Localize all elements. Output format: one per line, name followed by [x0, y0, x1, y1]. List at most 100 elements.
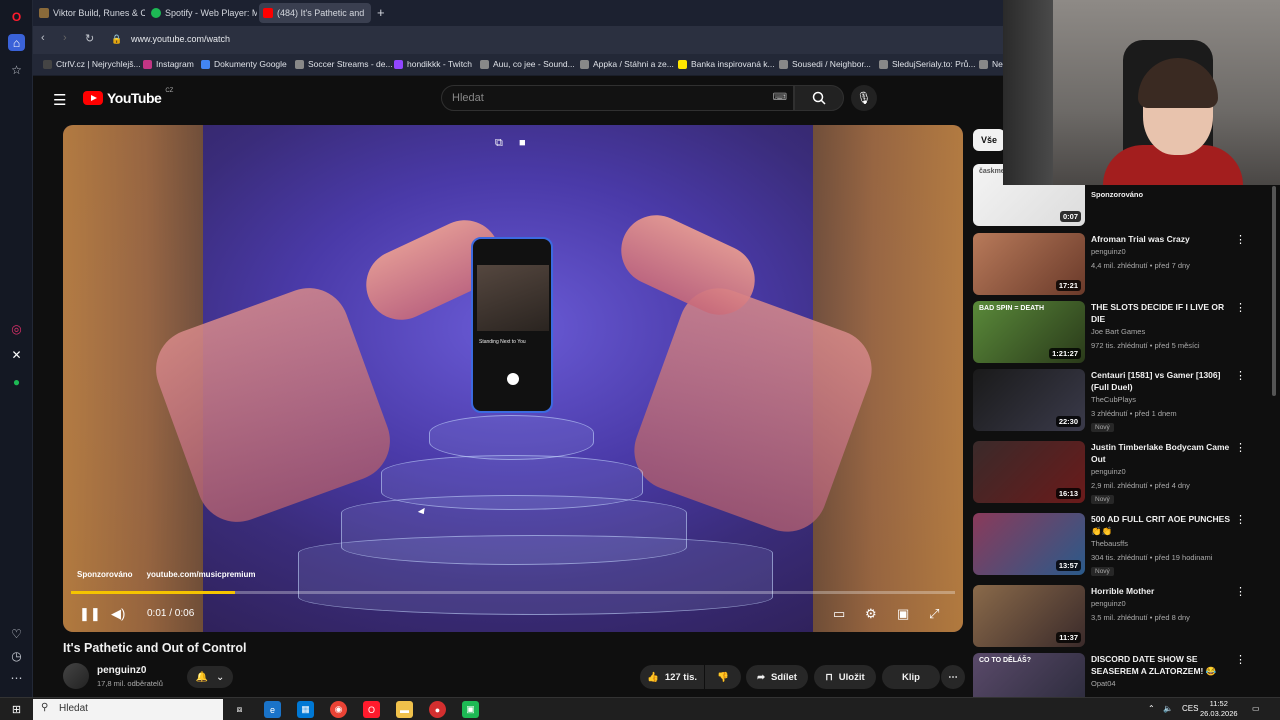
more-vert-icon[interactable]: ⋮: [1235, 233, 1246, 246]
recommendation-item[interactable]: 16:13 Justin Timberlake Bodycam Came Out p…: [973, 441, 1273, 505]
chip-all[interactable]: Vše: [973, 129, 1005, 151]
sponsor-url[interactable]: youtube.com/musicpremium: [147, 570, 256, 579]
recommendation-item[interactable]: 17:21 Afroman Trial was Crazy penguinz0 4,4…: [973, 233, 1273, 297]
spotify-icon[interactable]: ●: [8, 373, 25, 390]
bookmark-ne[interactable]: Ne: [979, 59, 1003, 69]
task-view-icon[interactable]: ⧈: [231, 701, 248, 718]
recommendation-channel[interactable]: penguinz0: [1091, 247, 1126, 256]
language-indicator[interactable]: CES: [1182, 704, 1198, 713]
store-icon[interactable]: ▦: [297, 701, 314, 718]
home-icon[interactable]: ⌂: [8, 34, 25, 51]
pause-icon[interactable]: ❚❚: [79, 606, 101, 622]
recommendation-thumbnail[interactable]: 22:30: [973, 369, 1085, 431]
bookmark-ctrlv[interactable]: CtrlV.cz | Nejrychlejš...: [43, 59, 141, 69]
back-icon[interactable]: ‹: [41, 32, 45, 44]
more-vert-icon[interactable]: ⋮: [1235, 585, 1246, 598]
clock[interactable]: 11:52 26.03.2026: [1200, 699, 1238, 719]
edge-icon[interactable]: e: [264, 701, 281, 718]
bookmark-instagram[interactable]: Instagram: [143, 59, 194, 69]
subscribe-bell-button[interactable]: 🔔 ⌄: [187, 666, 233, 688]
avatar[interactable]: [63, 663, 89, 689]
recommendation-channel[interactable]: penguinz0: [1091, 467, 1126, 476]
fullscreen-icon[interactable]: ⤢: [929, 606, 939, 622]
recommendation-thumbnail[interactable]: 16:13: [973, 441, 1085, 503]
like-button[interactable]: 👍 127 tis.: [640, 665, 704, 689]
recommendation-channel[interactable]: penguinz0: [1091, 599, 1126, 608]
recommendation-channel[interactable]: Thebausffs: [1091, 539, 1128, 548]
youtube-logo[interactable]: YouTube CZ: [83, 88, 173, 106]
camera-icon[interactable]: ■: [519, 137, 526, 149]
recommendation-thumbnail[interactable]: BAD SPIN = DEATH 1:21:27: [973, 301, 1085, 363]
instagram-icon[interactable]: ◎: [8, 320, 25, 337]
more-vert-icon[interactable]: ⋮: [1235, 369, 1246, 382]
progress-bar[interactable]: [71, 591, 955, 594]
app-icon[interactable]: ▣: [462, 701, 479, 718]
bookmark-appka[interactable]: Appka / Stáhni a ze...: [580, 59, 674, 69]
tray-chevron-icon[interactable]: ⌃: [1148, 704, 1155, 713]
search-button[interactable]: [794, 85, 844, 111]
recommendation-title[interactable]: Centauri [1581] vs Gamer [1306] (Full Du…: [1091, 369, 1231, 393]
app-icon[interactable]: ●: [429, 701, 446, 718]
recommendation-item[interactable]: 22:30 Centauri [1581] vs Gamer [1306] (Fu…: [973, 369, 1273, 433]
recommendation-thumbnail[interactable]: 13:57: [973, 513, 1085, 575]
opera-logo-icon[interactable]: O: [8, 8, 25, 25]
more-icon[interactable]: ⋯: [8, 669, 25, 686]
recommendation-title[interactable]: Horrible Mother: [1091, 585, 1231, 597]
new-tab-button[interactable]: +: [377, 5, 385, 20]
url-field[interactable]: www.youtube.com/watch: [131, 34, 230, 44]
tab-youtube[interactable]: (484) It's Pathetic and: [259, 3, 371, 23]
save-button[interactable]: ⊓ Uložit: [814, 665, 876, 689]
bookmark-soundcloud[interactable]: Auu, co jee - Sound...: [480, 59, 575, 69]
tab-viktor[interactable]: Viktor Build, Runes & Cou: [35, 3, 145, 23]
share-button[interactable]: ➦ Sdílet: [746, 665, 808, 689]
scrollbar[interactable]: [1272, 186, 1276, 396]
video-player[interactable]: Standing Next to You ⧉ ■ Sponzorováno yo…: [63, 125, 963, 632]
recommendation-item[interactable]: 11:37 Horrible Mother penguinz0 3,5 mil. zh…: [973, 585, 1273, 649]
more-vert-icon[interactable]: ⋮: [1235, 301, 1246, 314]
recommendation-title[interactable]: 500 AD FULL CRIT AOE PUNCHES 👏👏: [1091, 513, 1231, 537]
chrome-icon[interactable]: ◉: [330, 701, 347, 718]
reload-icon[interactable]: ↻: [85, 32, 94, 45]
search-input[interactable]: Hledat ⌨: [441, 85, 794, 111]
voice-search-button[interactable]: 🎙: [851, 85, 877, 111]
recommendation-title[interactable]: Afroman Trial was Crazy: [1091, 233, 1231, 245]
recommendation-title[interactable]: THE SLOTS DECIDE IF I LIVE OR DIE: [1091, 301, 1231, 325]
bookmark-docs[interactable]: Dokumenty Google: [201, 59, 287, 69]
channel-name[interactable]: penguinz0: [97, 665, 146, 676]
windows-start-icon[interactable]: ⊞: [8, 701, 25, 718]
x-icon[interactable]: ✕: [8, 346, 25, 363]
bookmark-soccer[interactable]: Soccer Streams - de...: [295, 59, 393, 69]
menu-icon[interactable]: ☰: [53, 91, 67, 109]
tab-spotify[interactable]: Spotify - Web Player: Mus: [147, 3, 257, 23]
recommendation-channel[interactable]: Opat04: [1091, 679, 1116, 688]
volume-icon[interactable]: ◀): [111, 606, 125, 622]
keyboard-icon[interactable]: ⌨: [773, 92, 787, 103]
theater-mode-icon[interactable]: ▣: [897, 606, 909, 622]
bookmark-banka[interactable]: Banka inspirovaná k...: [678, 59, 775, 69]
bookmark-sousedi[interactable]: Sousedi / Neighbor...: [779, 59, 871, 69]
bookmark-serialy[interactable]: SledujSerialy.to: Prů...: [879, 59, 975, 69]
subtitles-icon[interactable]: ▭: [833, 606, 845, 622]
recommendation-channel[interactable]: Joe Bart Games: [1091, 327, 1145, 336]
speaker-icon[interactable]: 🔈: [1163, 704, 1173, 713]
more-vert-icon[interactable]: ⋮: [1235, 653, 1246, 666]
dislike-button[interactable]: 👎: [705, 665, 741, 689]
recommendation-thumbnail[interactable]: 11:37: [973, 585, 1085, 647]
clip-button[interactable]: Klip: [882, 665, 940, 689]
bookmark-twitch[interactable]: hondikkk - Twitch: [394, 59, 472, 69]
recommendation-title[interactable]: Justin Timberlake Bodycam Came Out: [1091, 441, 1231, 465]
more-actions-button[interactable]: ⋯: [941, 665, 965, 689]
forward-icon[interactable]: ›: [63, 32, 67, 44]
file-explorer-icon[interactable]: ▬: [396, 701, 413, 718]
heart-icon[interactable]: ♡: [8, 625, 25, 642]
recommendation-item[interactable]: 13:57 500 AD FULL CRIT AOE PUNCHES 👏👏 Theb…: [973, 513, 1273, 577]
recommendation-item[interactable]: BAD SPIN = DEATH 1:21:27 THE SLOTS DECIDE …: [973, 301, 1273, 365]
settings-icon[interactable]: ⚙: [865, 606, 877, 622]
recommendation-channel[interactable]: TheCubPlays: [1091, 395, 1136, 404]
opera-icon[interactable]: O: [363, 701, 380, 718]
taskbar-search-input[interactable]: ⚲ Hledat: [33, 699, 223, 720]
recommendation-thumbnail[interactable]: 17:21: [973, 233, 1085, 295]
recommendation-title[interactable]: DISCORD DATE SHOW SE SEASEREM A ZLATORZE…: [1091, 653, 1231, 677]
notification-icon[interactable]: ▭: [1252, 704, 1260, 713]
star-icon[interactable]: ☆: [8, 61, 25, 78]
